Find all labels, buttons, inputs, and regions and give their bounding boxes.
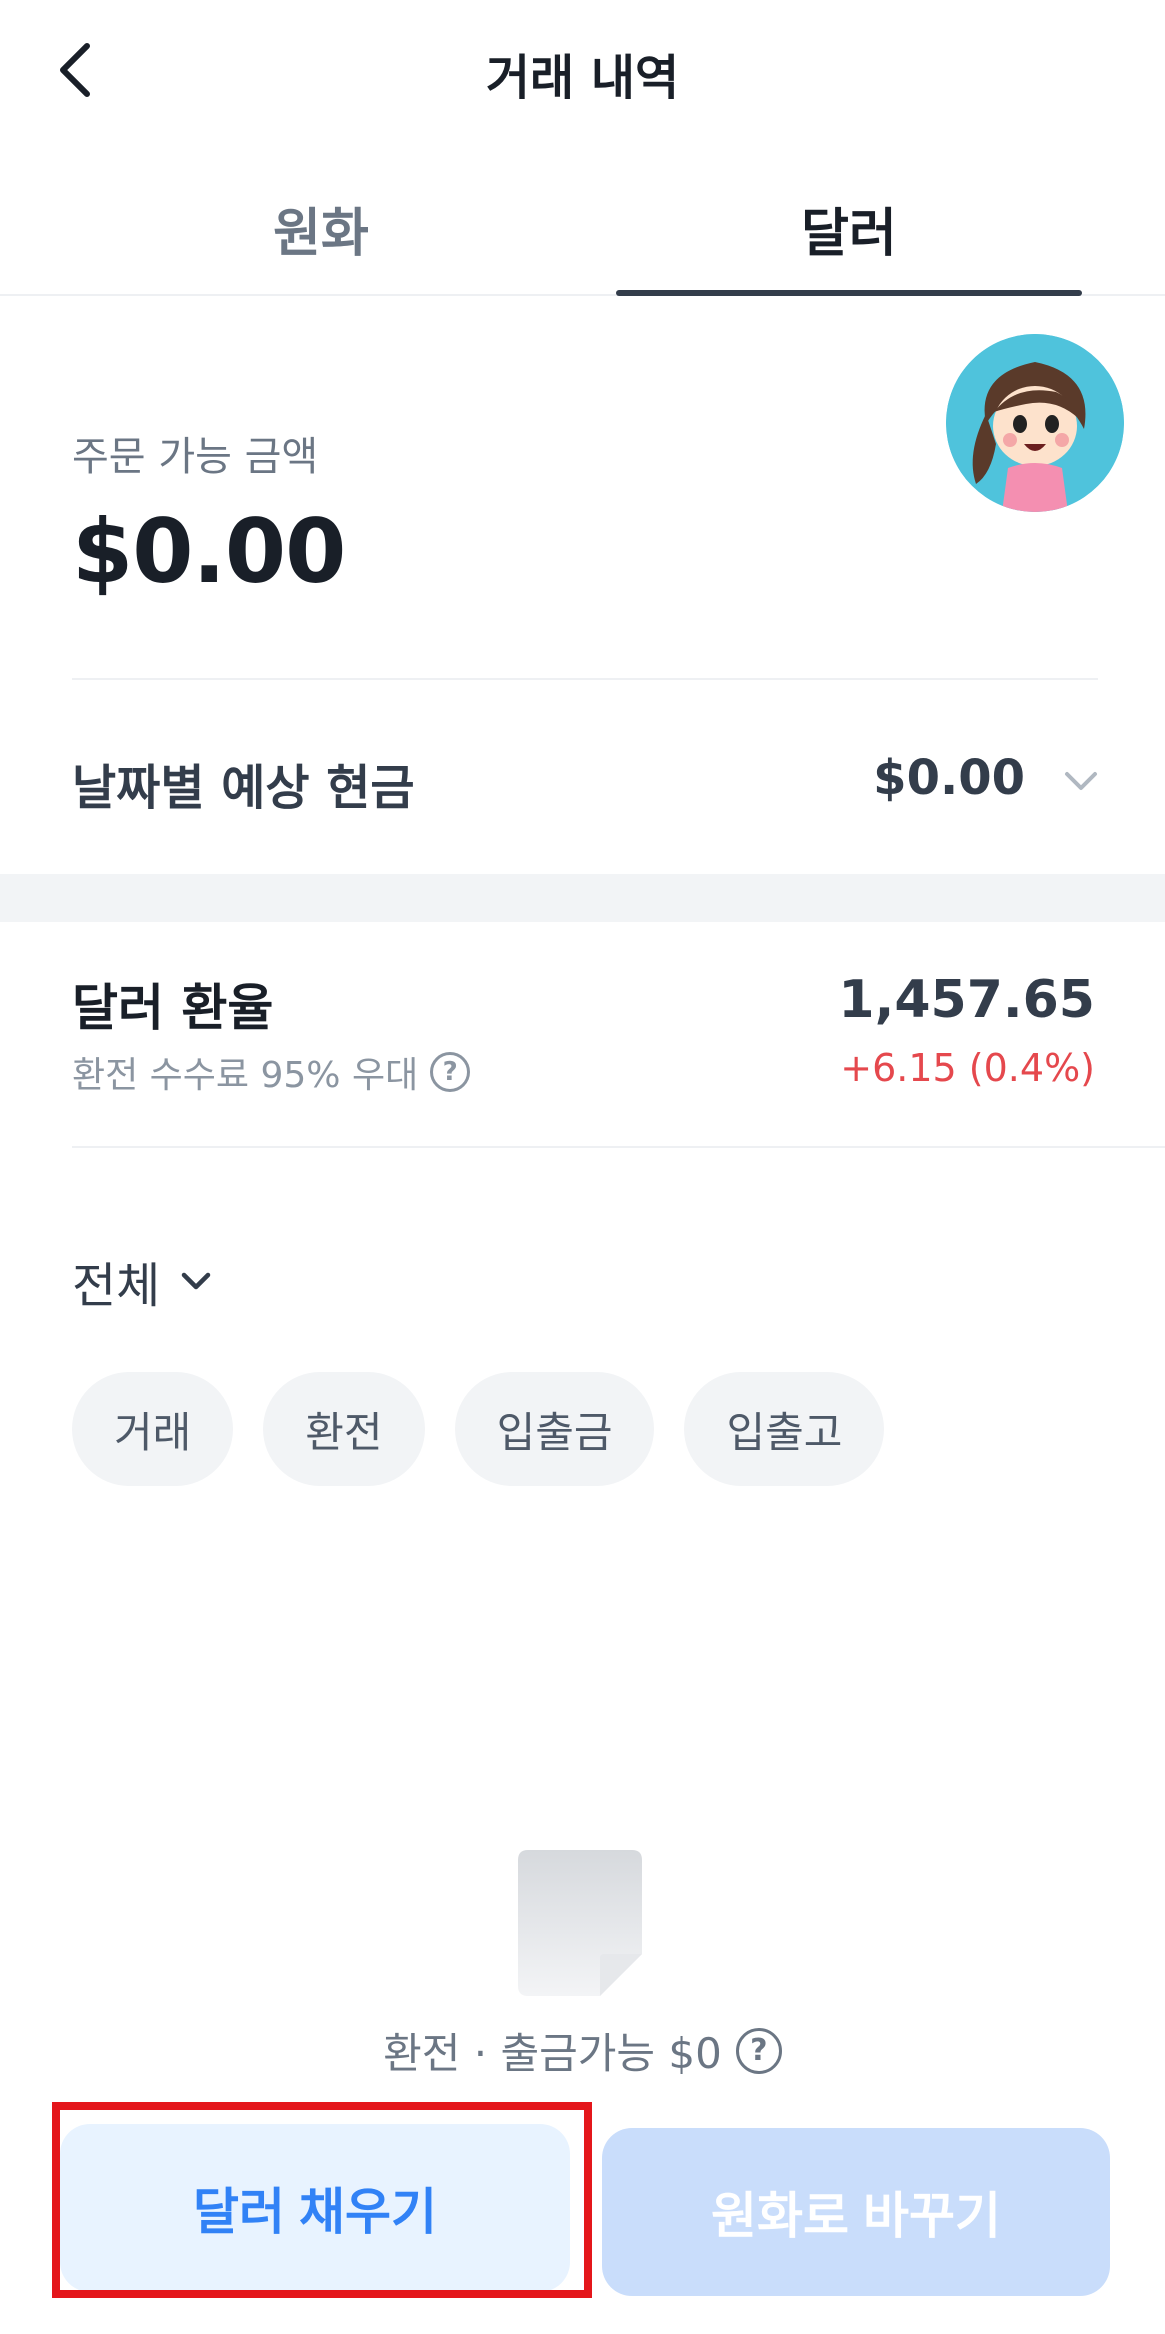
chevron-down-icon	[1065, 772, 1097, 790]
chevron-down-icon	[182, 1272, 211, 1290]
orderable-amount-value: $0.00	[72, 500, 346, 603]
chip-exchange[interactable]: 환전	[263, 1372, 425, 1486]
expected-cash-value: $0.00	[873, 750, 1025, 806]
divider	[72, 1146, 1165, 1148]
exchange-fee-text: 환전 수수료 95% 우대	[72, 1055, 419, 1096]
exchange-rate-value: 1,457.65	[838, 970, 1095, 1030]
tab-usd[interactable]: 달러	[616, 160, 1082, 296]
divider	[72, 678, 1098, 680]
header: 거래 내역	[0, 0, 1165, 140]
convert-to-krw-button[interactable]: 원화로 바꾸기	[602, 2128, 1110, 2296]
currency-tabs: 원화 달러	[0, 160, 1165, 296]
fill-dollar-button[interactable]: 달러 채우기	[60, 2124, 570, 2292]
empty-document-icon	[518, 1850, 642, 1996]
exchange-rate-change: +6.15 (0.4%)	[840, 1046, 1095, 1090]
help-icon[interactable]: ?	[430, 1052, 471, 1092]
orderable-amount-label: 주문 가능 금액	[72, 434, 319, 480]
empty-state-info: 환전 · 출금가능 $0 ?	[0, 2020, 1165, 2081]
expected-cash-label: 날짜별 예상 현금	[72, 760, 415, 816]
exchange-fee-info: 환전 수수료 95% 우대 ?	[72, 1046, 471, 1098]
tab-krw[interactable]: 원화	[88, 160, 554, 296]
filter-dropdown[interactable]: 전체	[72, 1246, 214, 1316]
tab-selected-indicator	[616, 290, 1082, 296]
page-title: 거래 내역	[485, 50, 680, 106]
expected-cash-row[interactable]: 날짜별 예상 현금 $0.00	[0, 700, 1165, 860]
filter-dropdown-label: 전체	[72, 1258, 161, 1314]
help-icon[interactable]: ?	[735, 2027, 782, 2074]
section-separator	[0, 874, 1165, 922]
character-avatar[interactable]	[946, 334, 1124, 512]
girl-character-icon	[946, 334, 1124, 512]
empty-state-text: 환전 · 출금가능 $0	[383, 2029, 722, 2078]
chip-trade[interactable]: 거래	[72, 1372, 234, 1486]
exchange-rate-label: 달러 환율	[72, 979, 274, 1037]
filter-chips: 거래 환전 입출금 입출고	[72, 1372, 885, 1486]
chip-deposit-withdraw[interactable]: 입출금	[454, 1372, 655, 1486]
chip-stock-transfer[interactable]: 입출고	[684, 1372, 885, 1486]
